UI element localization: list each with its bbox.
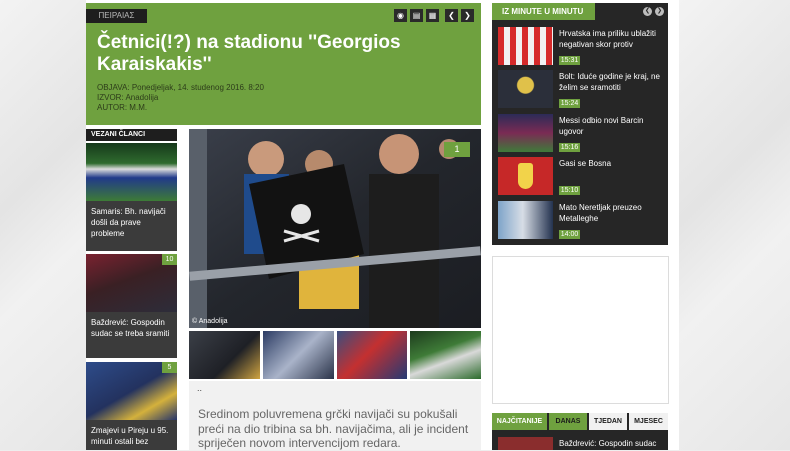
related-item[interactable]: 5 Zmajevi u Pireju u 95. minuti ostali b… <box>86 362 177 450</box>
live-news-item[interactable]: Bolt: Iduće godine je kraj, ne želim se … <box>498 70 664 110</box>
related-thumbnail[interactable] <box>86 143 177 201</box>
gallery-thumb[interactable] <box>189 331 260 379</box>
live-news-time: 15:10 <box>559 186 580 195</box>
next-arrow-icon[interactable]: ❯ <box>655 7 664 16</box>
related-item[interactable]: 10 Baždrević: Gospodin sudac se treba sr… <box>86 254 177 358</box>
related-title[interactable]: Baždrević: Gospodin sudac se treba srami… <box>86 312 177 343</box>
background-right <box>679 0 790 450</box>
ad-placeholder <box>492 256 669 404</box>
related-thumbnail[interactable]: 5 <box>86 362 177 420</box>
source: IZVOR: Anadolija <box>97 93 159 102</box>
live-news-title[interactable]: Hrvatska ima priliku ublažiti negativan … <box>559 28 663 50</box>
live-news-panel: IZ MINUTE U MINUTU ❮ ❯ Hrvatska ima pril… <box>492 3 668 245</box>
article-meta: OBJAVA: Ponedjeljak, 14. studenog 2016. … <box>97 83 264 113</box>
live-news-item[interactable]: Gasi se Bosna 15:10 <box>498 157 664 197</box>
live-news-item[interactable]: Messi odbio novi Barcin ugovor 15:16 <box>498 114 664 154</box>
live-news-heading: IZ MINUTE U MINUTU <box>492 3 595 20</box>
comment-count-badge: 10 <box>162 254 177 265</box>
live-news-nav: ❮ ❯ <box>643 7 664 16</box>
page-content: ΠΕΙΡΑΙΑΣ ◉ ▤ ▦ ❮ ❯ Četnici(!?) na stadio… <box>86 0 679 450</box>
gallery-thumb[interactable] <box>336 331 408 379</box>
tab-danas[interactable]: DANAS <box>549 413 587 430</box>
live-news-item[interactable]: Hrvatska ima priliku ublažiti negativan … <box>498 27 664 67</box>
most-read-heading: NAJČITANIJE <box>492 413 547 430</box>
share-icon[interactable]: ▤ <box>410 9 423 22</box>
main-photo[interactable]: 1 © Anadolija <box>189 129 481 328</box>
related-thumbnail[interactable]: 10 <box>86 254 177 312</box>
related-item[interactable]: Samaris: Bh. navijači došli da prave pro… <box>86 143 177 251</box>
comment-count-badge: 5 <box>162 362 177 373</box>
live-news-title[interactable]: Mato Neretljak preuzeo Metalleghe <box>559 202 663 224</box>
related-title[interactable]: Zmajevi u Pireju u 95. minuti ostali bez <box>86 420 177 451</box>
gallery-thumbnails <box>189 331 481 379</box>
prev-arrow-icon[interactable]: ❮ <box>643 7 652 16</box>
live-news-time: 15:31 <box>559 56 580 65</box>
live-news-title[interactable]: Bolt: Iduće godine je kraj, ne želim se … <box>559 71 663 93</box>
author: AUTOR: M.M. <box>97 103 148 112</box>
header-toolbar: ◉ ▤ ▦ ❮ ❯ <box>394 9 474 22</box>
article-lead: Sredinom poluvremena grčki navijači su p… <box>198 407 469 450</box>
page-title: Četnici(!?) na stadionu ''Georgios Karai… <box>97 32 401 75</box>
category-tag[interactable]: ΠΕΙΡΑΙΑΣ <box>86 9 147 23</box>
main-photo-image <box>189 129 481 328</box>
tab-mjesec[interactable]: MJESEC <box>629 413 668 430</box>
live-news-thumb[interactable] <box>498 157 553 195</box>
article-body: .. Sredinom poluvremena grčki navijači s… <box>189 381 481 450</box>
live-news-thumb[interactable] <box>498 201 553 239</box>
live-news-title[interactable]: Messi odbio novi Barcin ugovor <box>559 115 663 137</box>
live-news-time: 14:00 <box>559 230 580 239</box>
gallery-thumb[interactable] <box>262 331 334 379</box>
published-date: OBJAVA: Ponedjeljak, 14. studenog 2016. … <box>97 83 264 92</box>
related-heading: VEZANI ČLANCI <box>86 129 177 141</box>
live-news-time: 15:24 <box>559 99 580 108</box>
live-news-title[interactable]: Gasi se Bosna <box>559 158 663 169</box>
article-header: ΠΕΙΡΑΙΑΣ ◉ ▤ ▦ ❮ ❯ Četnici(!?) na stadio… <box>86 3 481 125</box>
prev-arrow-icon[interactable]: ❮ <box>445 9 458 22</box>
live-news-thumb[interactable] <box>498 70 553 108</box>
photo-credit: © Anadolija <box>192 318 228 325</box>
rss-icon[interactable]: ◉ <box>394 9 407 22</box>
tab-tjedan[interactable]: TJEDAN <box>589 413 627 430</box>
related-title[interactable]: Samaris: Bh. navijači došli da prave pro… <box>86 201 177 243</box>
live-news-thumb[interactable] <box>498 27 553 65</box>
article-dots: .. <box>197 383 203 393</box>
most-read-panel: NAJČITANIJE DANAS TJEDAN MJESEC Baždrevi… <box>492 413 668 450</box>
gallery-thumb[interactable] <box>410 331 481 379</box>
live-news-item[interactable]: Mato Neretljak preuzeo Metalleghe 14:00 <box>498 201 664 241</box>
live-news-time: 15:16 <box>559 143 580 152</box>
live-news-thumb[interactable] <box>498 114 553 152</box>
photo-count-badge[interactable]: 1 <box>444 142 470 157</box>
background-left <box>0 0 86 450</box>
most-read-title[interactable]: Baždrević: Gospodin sudac <box>559 438 656 449</box>
next-arrow-icon[interactable]: ❯ <box>461 9 474 22</box>
print-icon[interactable]: ▦ <box>426 9 439 22</box>
most-read-thumb[interactable] <box>498 437 553 450</box>
